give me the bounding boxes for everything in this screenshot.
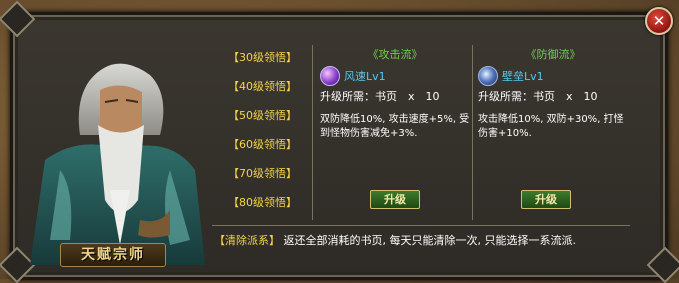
skill-row: 风速Lv1	[320, 65, 470, 87]
tier-label: 【60级领悟】	[228, 138, 297, 151]
school-title: 《防御流》	[525, 48, 581, 61]
column-divider	[472, 45, 473, 220]
skill-name: 风速Lv1	[344, 70, 386, 83]
wind-speed-skill-icon[interactable]	[320, 66, 340, 86]
tier-label: 【70级领悟】	[228, 167, 297, 180]
upgrade-defense-button[interactable]: 升级	[521, 190, 571, 209]
close-button[interactable]: ✕	[645, 7, 673, 35]
defense-school-column: 《防御流》 壁垒Lv1 升级所需：书页 x 10 攻击降低10%, 双防+30%…	[478, 45, 628, 141]
tier-label: 【80级领悟】	[228, 196, 297, 209]
reset-school-text: 返还全部消耗的书页, 每天只能清除一次, 只能选择一系流派.	[283, 234, 576, 247]
skill-row: 壁垒Lv1	[478, 65, 628, 87]
reset-school-link[interactable]: 【清除派系】	[214, 234, 280, 247]
tier-label: 【50级领悟】	[228, 109, 297, 122]
school-title: 《攻击流》	[367, 48, 423, 61]
skill-description: 双防降低10%, 攻击速度+5%, 受到怪物伤害减免+3%.	[320, 114, 470, 139]
skill-description: 攻击降低10%, 双防+30%, 打怪伤害+10%.	[478, 114, 624, 139]
tier-list: 【30级领悟】 【40级领悟】 【50级领悟】 【60级领悟】 【70级领悟】 …	[228, 50, 298, 224]
npc-portrait	[20, 40, 210, 265]
skill-name: 壁垒Lv1	[502, 70, 544, 83]
npc-name-plate: 天赋宗师	[60, 243, 166, 267]
reset-school-info: 【清除派系】 返还全部消耗的书页, 每天只能清除一次, 只能选择一系流派.	[214, 232, 576, 248]
upgrade-attack-button[interactable]: 升级	[370, 190, 420, 209]
bulwark-skill-icon[interactable]	[478, 66, 498, 86]
column-divider	[312, 45, 313, 220]
tier-label: 【40级领悟】	[228, 80, 297, 93]
bottom-divider	[212, 225, 630, 226]
upgrade-requirement: 升级所需：书页 x 10	[478, 90, 598, 103]
tier-label: 【30级领悟】	[228, 51, 297, 64]
attack-school-column: 《攻击流》 风速Lv1 升级所需：书页 x 10 双防降低10%, 攻击速度+5…	[320, 45, 470, 141]
upgrade-requirement: 升级所需：书页 x 10	[320, 90, 440, 103]
